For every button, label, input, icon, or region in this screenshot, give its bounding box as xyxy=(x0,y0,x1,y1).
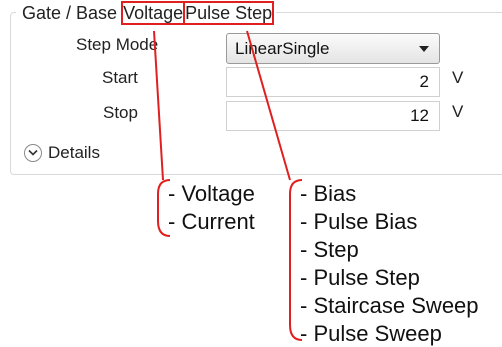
source-mode-highlight[interactable]: Voltage xyxy=(121,1,186,25)
stop-unit: V xyxy=(452,102,464,121)
operation-mode-highlight[interactable]: Pulse Step xyxy=(183,1,275,25)
step-mode-dropdown[interactable]: LinearSingle xyxy=(226,33,440,64)
operation-mode-option: - Step xyxy=(300,237,359,262)
dropdown-arrow-icon xyxy=(419,46,429,52)
operation-mode-options-list: - Bias - Pulse Bias - Step - Pulse Step … xyxy=(300,180,479,347)
source-mode-option: - Current xyxy=(168,209,255,234)
stop-field[interactable]: 12 xyxy=(226,101,440,131)
operation-mode-option: - Staircase Sweep xyxy=(300,293,479,318)
start-value: 2 xyxy=(419,72,429,91)
screenshot-canvas: Gate / Base Voltage Pulse Step Step Mode … xyxy=(0,0,502,347)
group-title: Gate / Base Voltage Pulse Step xyxy=(16,1,277,25)
operation-mode-option: - Pulse Step xyxy=(300,265,420,290)
stop-value: 12 xyxy=(410,106,429,125)
step-mode-value: LinearSingle xyxy=(235,39,330,58)
operation-mode-option: - Bias xyxy=(300,181,357,206)
start-field[interactable]: 2 xyxy=(226,67,440,97)
step-mode-label: Step Mode xyxy=(76,35,159,54)
group-title-prefix: Gate / Base xyxy=(22,3,118,23)
details-expand-button[interactable] xyxy=(24,144,42,162)
start-label: Start xyxy=(102,68,138,87)
operation-mode-option: - Pulse Bias xyxy=(300,209,418,234)
stop-label: Stop xyxy=(103,103,138,122)
source-mode-option: - Voltage xyxy=(168,181,255,206)
operation-mode-option: - Pulse Sweep xyxy=(300,321,442,346)
start-unit: V xyxy=(452,68,464,87)
source-mode-options-list: - Voltage - Current xyxy=(168,180,255,236)
chevron-down-icon xyxy=(28,149,38,156)
details-label[interactable]: Details xyxy=(48,142,100,164)
